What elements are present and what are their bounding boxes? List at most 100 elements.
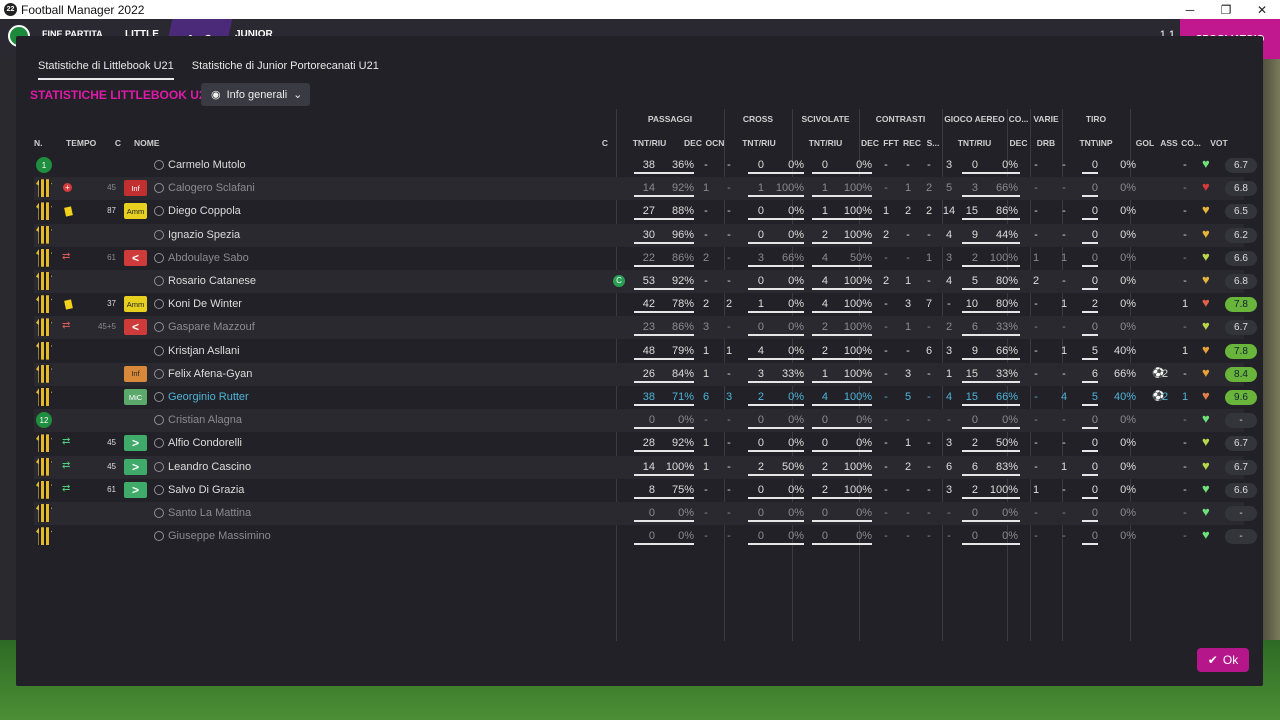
drb-value: - <box>1062 414 1066 427</box>
table-row[interactable]: Kristjan Asllani 48 79% 1 1 4 0% 2 100% - -6 3 9 66% -… <box>34 340 1257 363</box>
shot-ratio: 0% <box>1120 321 1136 334</box>
pass-bar <box>634 311 694 314</box>
contr-fft: - <box>906 483 910 496</box>
pass-dec: 1 <box>702 460 710 473</box>
status-badge: Amm <box>124 203 147 220</box>
col-cond[interactable]: CO... <box>1180 138 1202 148</box>
col-tempo[interactable]: TEMPO <box>66 138 106 148</box>
aerial-bar <box>962 496 1020 499</box>
aerial-bar <box>962 241 1020 244</box>
pass-ocn: - <box>727 205 731 218</box>
co-dec: - <box>1034 298 1038 311</box>
drb-value: - <box>1062 182 1066 195</box>
table-row[interactable]: 1 Carmelo Mutolo 38 36% - -0 0% 0 0% - - -3 0 0% - -0 0%… <box>34 154 1257 177</box>
table-row[interactable]: Giuseppe Massimino 0 0% - -0 0% 0 0% - - - -0 0% - -0 0… <box>34 525 1257 548</box>
cross-bar <box>748 473 804 476</box>
cross-bar <box>748 357 804 360</box>
cross-bar <box>748 496 804 499</box>
table-row[interactable]: Santo La Mattina 0 0% - -0 0% 0 0% - - - -0 0% - -0 0% -… <box>34 502 1257 525</box>
group-aereo: GIOCO AEREO <box>944 114 1005 124</box>
pass-bar <box>634 450 694 453</box>
table-row[interactable]: 37 Amm Koni De Winter 42 78% 2 2 1 0% 4 100% -3 7-10… <box>34 293 1257 316</box>
minimize-button[interactable]: ─ <box>1172 0 1208 19</box>
chevron-down-icon: ⌄ <box>293 89 303 101</box>
contr-fft: - <box>906 251 910 264</box>
col-aereo[interactable]: TNT/RIU <box>942 138 1007 148</box>
pass-ocn: - <box>727 228 731 241</box>
contr-rec: 7 <box>925 298 933 311</box>
contr-s: 5 <box>945 182 953 195</box>
col-drb[interactable]: DRB <box>1030 138 1062 148</box>
ok-button[interactable]: ✔ Ok <box>1197 648 1249 672</box>
status-badge: Inf <box>124 365 147 382</box>
table-row[interactable]: 87 Amm Diego Coppola 27 88% - -0 0% 1 100% 1 2 2 14 15… <box>34 200 1257 223</box>
tempo-value <box>78 270 116 293</box>
pass-bar <box>634 473 694 476</box>
table-row[interactable]: Inf Felix Afena-Gyan 26 84% 1-3 33% 1 100% -3-1 1… <box>34 362 1257 386</box>
table-row[interactable]: ⇄ 61 > Salvo Di Grazia 8 75% - -0 0% 2 100% - - -3 2 10… <box>34 479 1257 502</box>
rating-badge: 7.8 <box>1225 343 1257 359</box>
contr-fft: 1 <box>904 321 912 334</box>
view-dropdown[interactable]: ◉ Info generali ⌄ <box>201 83 310 106</box>
contr-fft: - <box>906 507 910 519</box>
contr-dec: 2 <box>882 275 890 287</box>
col-codec[interactable]: DEC <box>1007 138 1030 148</box>
col-captain[interactable]: C <box>599 138 611 148</box>
drb-value: 1 <box>1060 460 1068 473</box>
close-window-button[interactable]: ✕ <box>1244 0 1280 19</box>
condition-heart-icon: ♥ <box>1202 225 1210 241</box>
group-contrasti: CONTRASTI <box>875 114 926 124</box>
col-fft[interactable]: FFT <box>881 138 901 148</box>
col-n[interactable]: N. <box>34 138 50 148</box>
col-gol[interactable]: GOL <box>1130 138 1160 148</box>
group-tiro: TIRO <box>1085 114 1107 124</box>
maximize-button[interactable]: ❐ <box>1208 0 1244 19</box>
table-row[interactable]: MiC Georginio Rutter 38 71% 6 3 2 0% 4 100% -5-4 15… <box>34 386 1257 409</box>
tab-away-stats[interactable]: Statistiche di Junior Portorecanati U21 <box>192 58 379 80</box>
rating-badge: 9.6 <box>1225 390 1257 405</box>
cross-bar <box>748 172 804 174</box>
shot-bar <box>1082 520 1098 522</box>
group-passaggi: PASSAGGI <box>647 114 693 124</box>
shot-ratio: 0% <box>1120 251 1136 264</box>
col-rec[interactable]: REC <box>901 138 923 148</box>
drb-value: 4 <box>1060 391 1068 403</box>
col-ocn[interactable]: OCN <box>704 138 726 148</box>
col-dec[interactable]: DEC <box>682 138 704 148</box>
tempo-value: 45 <box>107 438 116 448</box>
col-tiro[interactable]: TNT\INP <box>1062 138 1130 148</box>
pass-bar <box>634 357 694 360</box>
pass-dec: 2 <box>702 251 710 264</box>
table-row[interactable]: Ignazio Spezia 30 96% - -0 0% 2 100% 2- -4 9 44% - -0… <box>34 223 1257 247</box>
condition-heart-icon: ♥ <box>1202 527 1210 543</box>
status-badge: Amm <box>124 296 147 313</box>
table-row[interactable]: Rosario Catanese C 53 92% - -0 0% 4 100% 2 1-4 5 80%… <box>34 270 1257 293</box>
player-name: Abdoulaye Sabo <box>168 251 249 264</box>
col-pass[interactable]: TNT/RIU <box>616 138 683 148</box>
tab-home-stats[interactable]: Statistiche di Littlebook U21 <box>38 58 174 80</box>
aerial-bar <box>962 380 1020 383</box>
col-nome[interactable]: NOME <box>134 138 184 148</box>
col-cdec[interactable]: DEC <box>859 138 881 148</box>
col-ass[interactable]: ASS <box>1158 138 1180 148</box>
shot-bar <box>1082 473 1098 476</box>
table-row[interactable]: ⇄ 61 < Abdoulaye Sabo 22 86% 2-3 66% 4 50% - -1 3 2 10… <box>34 247 1257 270</box>
col-sciv[interactable]: TNT/RIU <box>792 138 859 148</box>
person-icon <box>154 160 164 170</box>
col-vot[interactable]: VOT <box>1204 138 1234 148</box>
table-row[interactable]: ⇄ 45 > Alfio Condorelli 28 92% 1-0 0% 0 0% -1-3 2 50… <box>34 432 1257 455</box>
table-row[interactable]: +45 Inf Calogero Sclafani 14 92% 1-1 100% 1 100%… <box>34 177 1257 201</box>
table-row[interactable]: 12 Cristian Alagna 0 0% - -0 0% 0 0% - - - -0 0% - -0 0%… <box>34 409 1257 433</box>
table-row[interactable]: ⇄ 45 > Leandro Cascino 14 100% 1-2 50% 2 100% -2-6… <box>34 455 1257 479</box>
drb-value: 1 <box>1060 344 1068 357</box>
col-cross[interactable]: TNT/RIU <box>726 138 792 148</box>
drb-value: - <box>1062 228 1066 241</box>
kit-icon <box>36 202 52 221</box>
shot-bar <box>1082 450 1098 453</box>
col-s[interactable]: S... <box>923 138 943 148</box>
table-row[interactable]: ⇄ 45+5 < Gaspare Mazzouf 23 86% 3-0 0% 2 100% -1-2… <box>34 316 1257 340</box>
col-c[interactable]: C <box>112 138 124 148</box>
co-dec: - <box>1034 391 1038 403</box>
condition-heart-icon: ♥ <box>1202 504 1210 519</box>
tackle-bar <box>812 473 872 476</box>
